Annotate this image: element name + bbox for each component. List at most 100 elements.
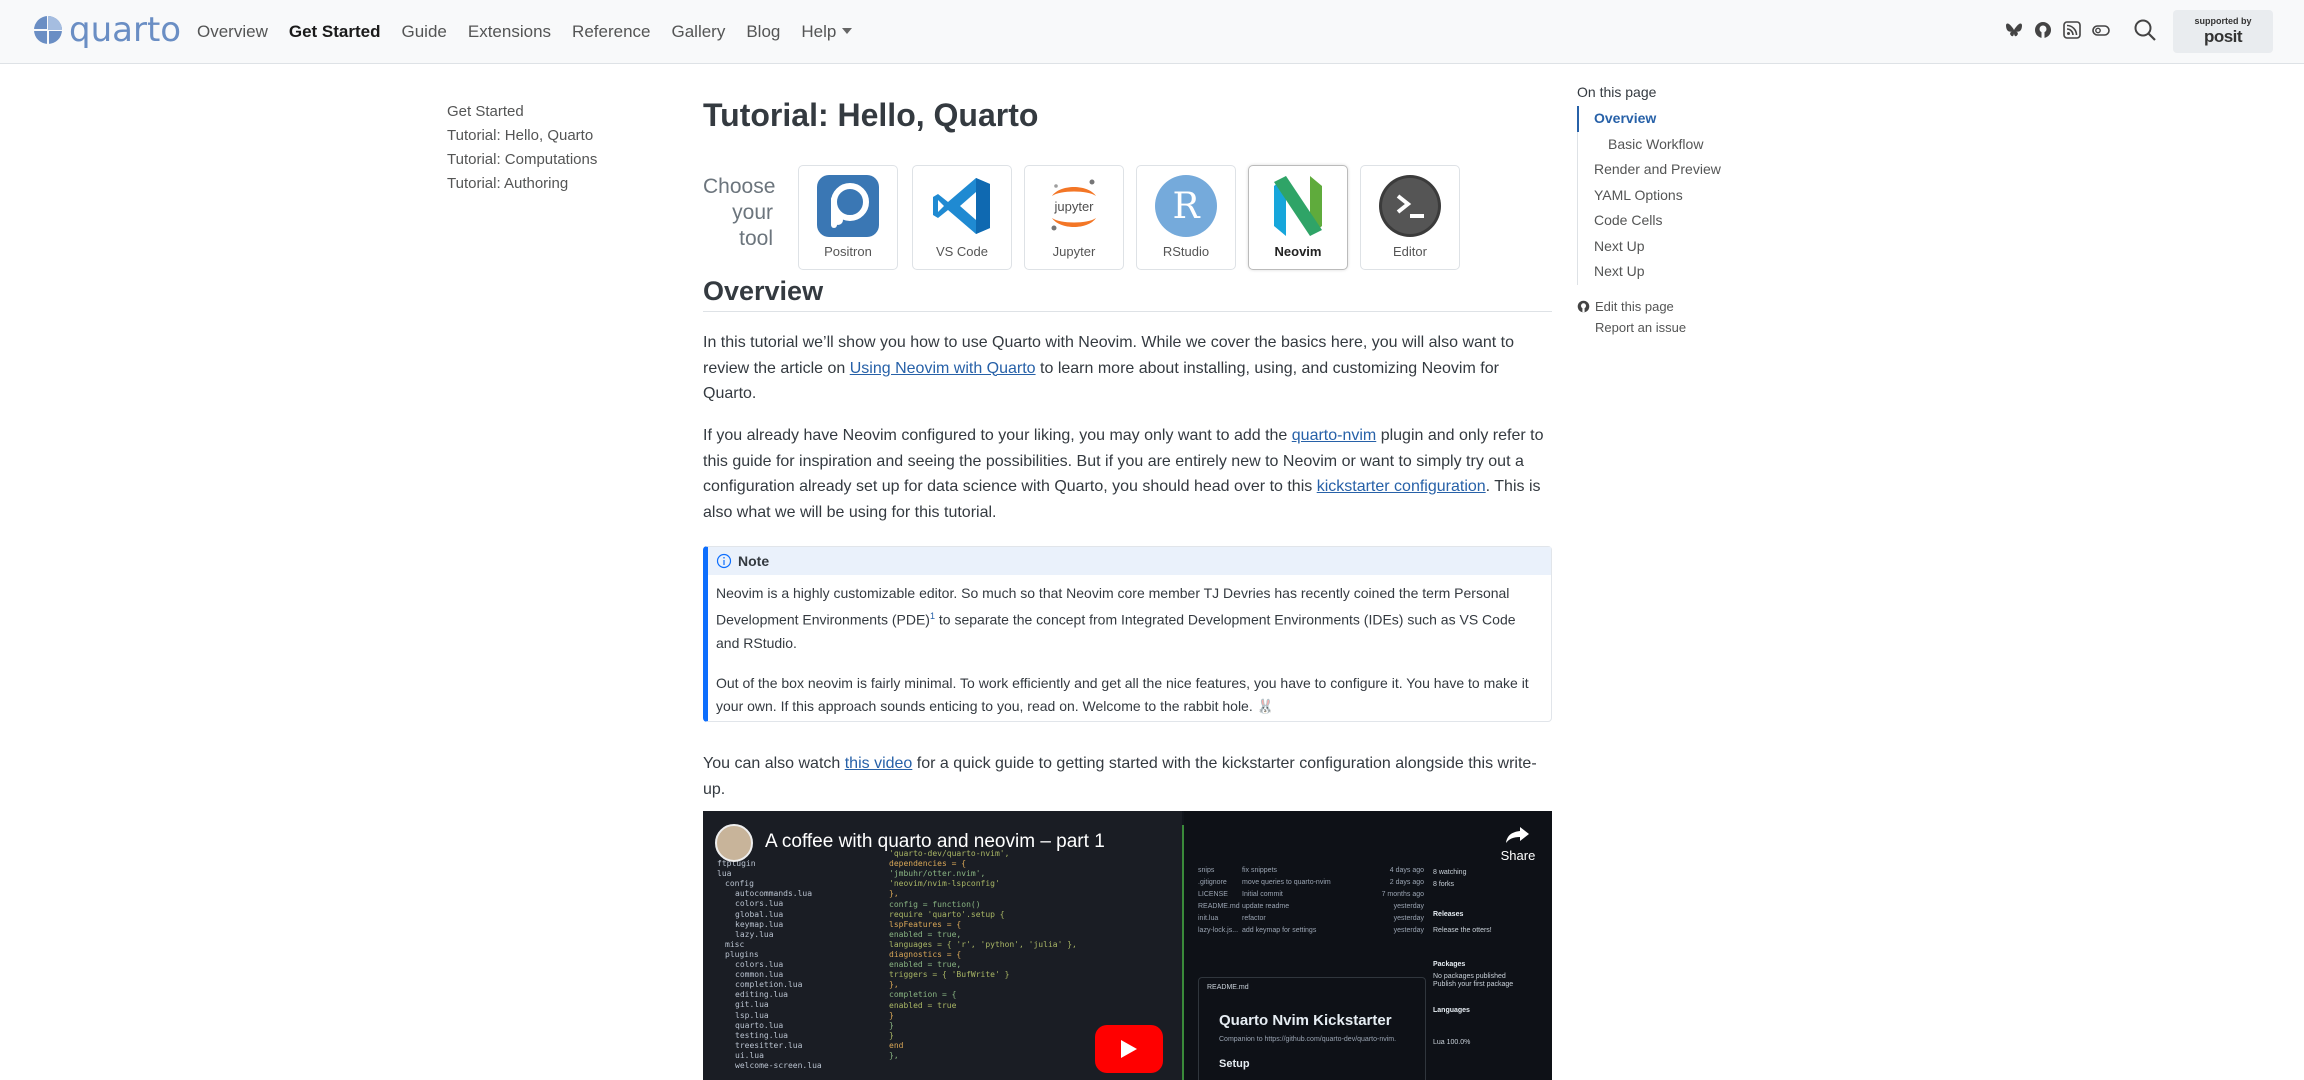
tool-card-editor[interactable]: Editor: [1360, 165, 1460, 270]
video-repo-cell: add keymap for settings: [1242, 927, 1317, 934]
text-span: If you already have Neovim configured to…: [703, 427, 1292, 444]
note-callout: Note Neovim is a highly customizable edi…: [703, 546, 1552, 722]
nav-extensions[interactable]: Extensions: [468, 22, 551, 42]
chooser-label: Choose your tool: [703, 174, 775, 252]
nav-icon-group: [2005, 18, 2157, 42]
quarto-logo[interactable]: quarto: [33, 10, 182, 50]
video-repo-cell: 7 months ago: [1381, 891, 1424, 898]
quarto-wordmark: quarto: [69, 10, 182, 50]
video-tree-line: misc: [725, 939, 745, 949]
toc-item-render-preview[interactable]: Render and Preview: [1578, 157, 1737, 183]
video-tree-line: keymap.lua: [735, 919, 784, 929]
neovim-icon: [1274, 176, 1322, 236]
link-using-neovim[interactable]: Using Neovim with Quarto: [850, 360, 1036, 377]
main-nav: Overview Get Started Guide Extensions Re…: [197, 0, 873, 64]
main-content: Tutorial: Hello, Quarto Choose your tool…: [703, 92, 1552, 1080]
video-code-line: require 'quarto'.setup {: [889, 909, 1005, 919]
toc-item-next-up-2[interactable]: Next Up: [1578, 259, 1737, 285]
posit-badge[interactable]: supported by posit: [2173, 10, 2273, 53]
link-this-video[interactable]: this video: [845, 755, 913, 772]
readme-setup: Setup: [1219, 1058, 1250, 1070]
youtube-video-embed[interactable]: ftplugin lua config autocommands.lua colors.…: [703, 811, 1552, 1080]
video-repo-row: lazy-lock.js... add keymap for settings ye…: [1198, 927, 1424, 934]
tool-card-positron[interactable]: Positron: [798, 165, 898, 270]
svg-text:R: R: [1172, 186, 1200, 227]
video-code-line: enabled = true,: [889, 960, 962, 970]
readme-title: Quarto Nvim Kickstarter: [1219, 1012, 1392, 1029]
link-quarto-nvim[interactable]: quarto-nvim: [1292, 427, 1376, 444]
nav-help-label: Help: [801, 22, 837, 41]
sidebar-item-get-started[interactable]: Get Started: [447, 100, 597, 124]
video-title[interactable]: A coffee with quarto and neovim – part 1: [765, 831, 1105, 853]
nav-gallery[interactable]: Gallery: [671, 22, 725, 42]
callout-paragraph: Out of the box neovim is fairly minimal.…: [716, 674, 1529, 714]
video-code-line: enabled = true,: [889, 929, 962, 939]
edit-page-link[interactable]: Edit this page: [1577, 296, 1686, 317]
video-code-line: completion = {: [889, 990, 957, 1000]
nav-guide[interactable]: Guide: [402, 22, 447, 42]
bluesky-icon[interactable]: [2005, 21, 2023, 39]
video-tree-line: config: [725, 879, 754, 889]
video-repo-cell: yesterday: [1393, 915, 1424, 922]
sidebar-item-hello-quarto[interactable]: Tutorial: Hello, Quarto: [447, 124, 597, 148]
tool-card-neovim[interactable]: Neovim: [1248, 165, 1348, 270]
video-repo-cell: README.md: [1198, 903, 1240, 910]
video-repo-row: README.md update readme yesterday: [1198, 903, 1424, 910]
video-code-line: }: [889, 1020, 894, 1030]
tool-card-vscode[interactable]: VS Code: [912, 165, 1012, 270]
video-code-line: },: [889, 1051, 899, 1060]
video-repo-cell: snips: [1198, 867, 1215, 874]
play-button[interactable]: [1095, 1025, 1163, 1073]
toc-item-overview[interactable]: Overview: [1577, 106, 1737, 132]
tool-card-rstudio[interactable]: R RStudio: [1136, 165, 1236, 270]
report-issue-link[interactable]: Report an issue: [1577, 317, 1686, 338]
readme-label: README.md: [1207, 984, 1249, 991]
nav-overview[interactable]: Overview: [197, 22, 268, 42]
posit-supported-by: supported by: [2194, 16, 2252, 26]
nav-blog[interactable]: Blog: [746, 22, 780, 42]
github-icon[interactable]: [2034, 21, 2052, 39]
search-icon[interactable]: [2133, 18, 2157, 42]
rss-icon[interactable]: [2063, 21, 2081, 39]
text-span: You can also watch: [703, 755, 845, 772]
video-code-line: },: [889, 980, 899, 990]
video-code-line: 'neovim/nvim-lspconfig': [889, 879, 1000, 889]
tool-name-editor: Editor: [1393, 244, 1427, 259]
top-navbar: quarto Overview Get Started Guide Extens…: [0, 0, 2304, 64]
sidebar-item-authoring[interactable]: Tutorial: Authoring: [447, 172, 597, 196]
chooser-label-line: tool: [739, 227, 773, 250]
svg-text:jupyter: jupyter: [1053, 199, 1094, 214]
edit-page-label: Edit this page: [1595, 299, 1674, 314]
nav-help-menu[interactable]: Help: [801, 22, 853, 42]
toc-item-yaml-options[interactable]: YAML Options: [1578, 183, 1737, 209]
tool-name-positron: Positron: [824, 244, 872, 259]
video-readme: README.md Quarto Nvim Kickstarter Compan…: [1198, 977, 1426, 1080]
sidebar-item-computations[interactable]: Tutorial: Computations: [447, 148, 597, 172]
share-button[interactable]: Share: [1494, 825, 1542, 863]
callout-body: Neovim is a highly customizable editor. …: [708, 575, 1551, 718]
quarto-logo-icon: [34, 16, 62, 44]
toc-item-basic-workflow[interactable]: Basic Workflow: [1578, 132, 1737, 158]
video-side-text: No packages published: [1433, 973, 1506, 980]
tool-card-jupyter[interactable]: jupyter Jupyter: [1024, 165, 1124, 270]
video-side-text: Languages: [1433, 1007, 1470, 1014]
video-tree-line: ui.lua: [735, 1050, 764, 1060]
video-code-line: languages = { 'r', 'python', 'julia' },: [889, 939, 1077, 949]
reader-mode-icon[interactable]: [2092, 21, 2110, 39]
video-code-line: config = function(): [889, 899, 981, 909]
toc-item-next-up[interactable]: Next Up: [1578, 234, 1737, 260]
link-kickstarter[interactable]: kickstarter configuration: [1317, 478, 1486, 495]
video-repo-cell: LICENSE: [1198, 891, 1228, 898]
video-repo-row: .gitignore move queries to quarto-nvim 2 d…: [1198, 879, 1424, 886]
nav-get-started[interactable]: Get Started: [289, 22, 381, 42]
video-repo-cell: 4 days ago: [1389, 867, 1424, 874]
nav-reference[interactable]: Reference: [572, 22, 650, 42]
jupyter-icon: jupyter: [1051, 179, 1096, 231]
video-repo-cell: .gitignore: [1198, 879, 1227, 886]
toc-item-code-cells[interactable]: Code Cells: [1578, 208, 1737, 234]
video-repo-row: init.lua refactor yesterday: [1198, 915, 1424, 922]
channel-avatar[interactable]: [715, 824, 753, 862]
video-tree-line: quarto.lua: [735, 1020, 784, 1030]
video-repo-cell: lazy-lock.js...: [1198, 927, 1239, 934]
video-tree-line: treesitter.lua: [735, 1040, 803, 1050]
